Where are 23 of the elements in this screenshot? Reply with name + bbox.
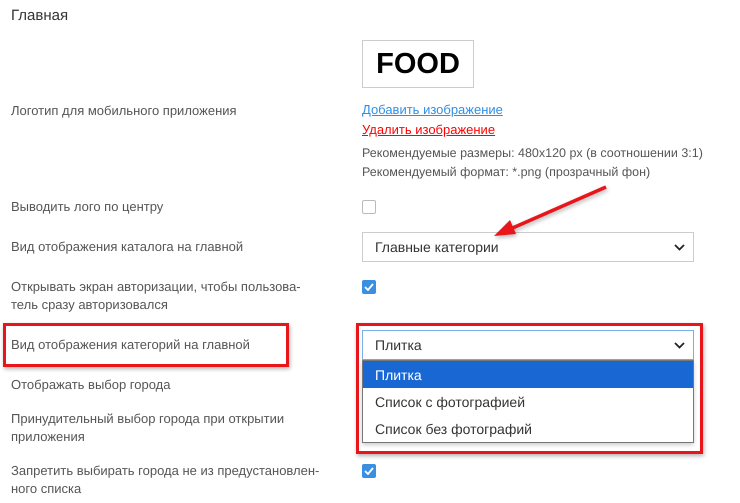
setting-label: Запретить выбирать города не из предустановлен-ного списка <box>11 462 320 498</box>
logo-image: FOOD <box>362 40 474 88</box>
setting-label: Вид отображения каталога на главной <box>11 238 244 256</box>
section-title: Главная <box>11 6 70 26</box>
dropdown-select[interactable]: Главные категории <box>362 232 694 262</box>
setting-label: Логотип для мобильного приложения <box>11 102 237 120</box>
delete-image-link[interactable]: Удалить изображение <box>362 120 496 140</box>
checkbox[interactable] <box>362 200 376 214</box>
setting-label: Открывать экран авторизации, чтобы пользова-тель сразу авторизовался <box>11 278 302 314</box>
setting-label: Вид отображения категорий на главной <box>11 336 250 354</box>
dropdown-select[interactable]: Плитка <box>362 330 694 360</box>
dropdown-option[interactable]: Список с фотографией <box>363 388 693 415</box>
dropdown-option[interactable]: Список без фотографий <box>363 415 693 442</box>
setting-label: Выводить лого по центру <box>11 198 164 216</box>
setting-label: Отображать выбор города <box>11 376 170 394</box>
checkbox[interactable] <box>362 280 376 294</box>
setting-label: Принудительный выбор города при открытии приложения <box>11 410 286 446</box>
hint-text: Рекомендуемый формат: *.png (прозрачный фон) <box>362 164 650 181</box>
chevron-down-icon <box>674 342 685 348</box>
checkbox[interactable] <box>362 464 376 478</box>
dropdown-option[interactable]: Плитка <box>363 361 693 388</box>
chevron-down-icon <box>674 244 685 250</box>
hint-text: Рекомендуемые размеры: 480x120 px (в соотношении 3:1) <box>362 145 703 162</box>
